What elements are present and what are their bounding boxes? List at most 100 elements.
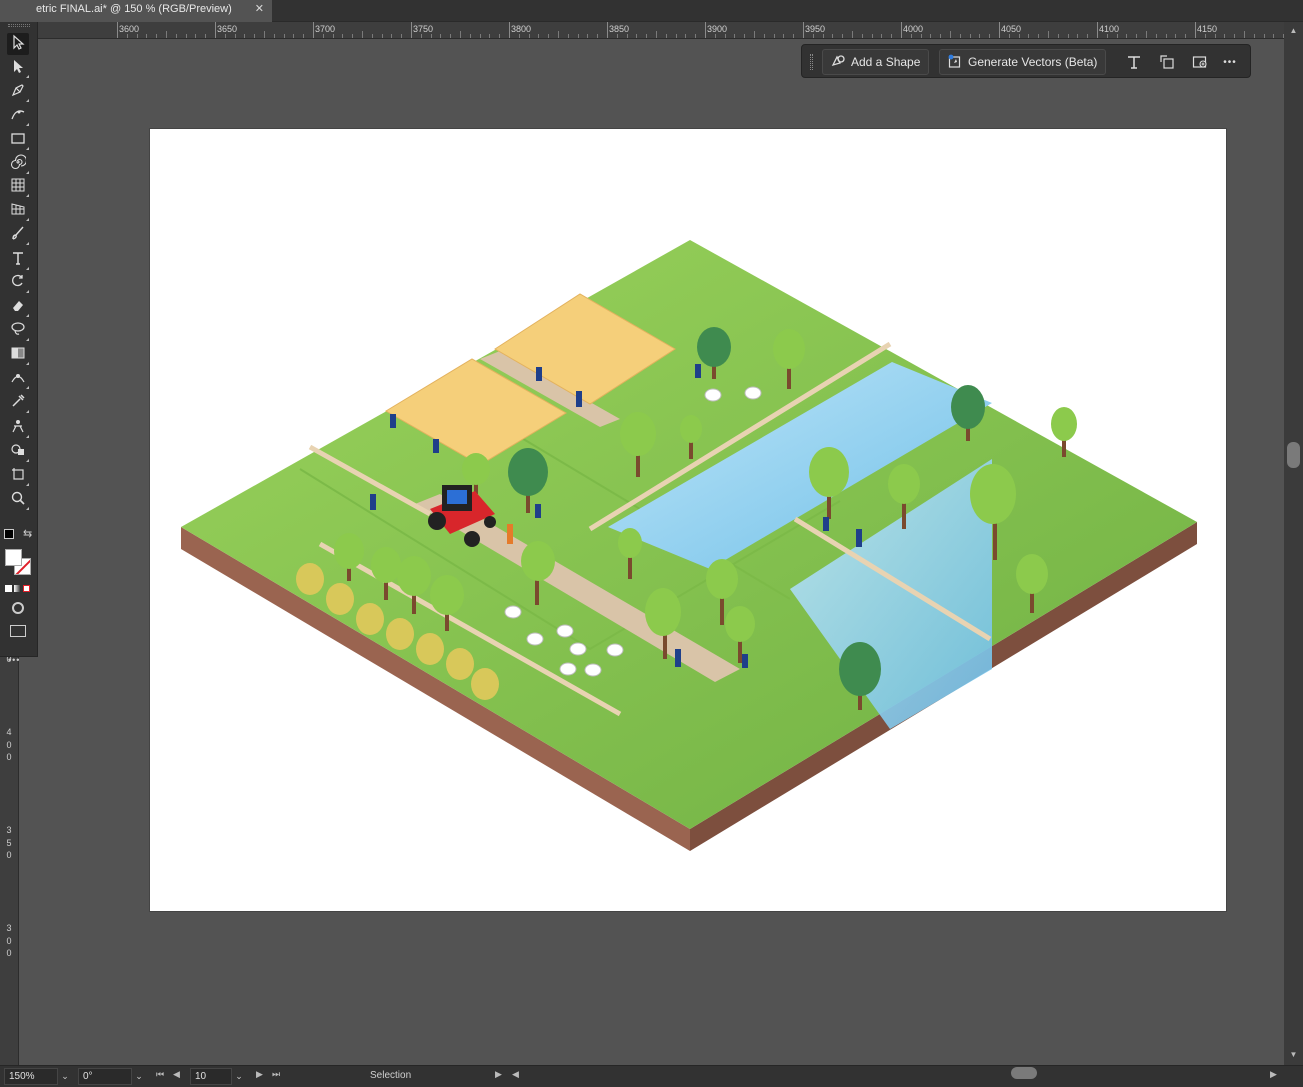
gradient-icon [10,345,26,366]
previous-artboard-icon[interactable]: ◀ [173,1069,180,1080]
ruler-tick [215,22,216,38]
status-menu-icon[interactable]: ▶ [495,1069,502,1080]
generate-vectors-button[interactable]: Generate Vectors (Beta) [939,49,1107,75]
close-tab-icon[interactable]: ✕ [255,0,264,18]
toolbar-grip[interactable] [8,24,30,27]
tools-panel: ⇆ ••• [0,22,38,665]
scroll-left-arrow[interactable]: ◀ [512,1069,519,1080]
lasso-tool[interactable] [7,320,29,342]
default-colors-icon[interactable] [4,529,14,539]
last-artboard-icon[interactable]: ⏭ [272,1069,280,1080]
spiral-tool[interactable] [7,153,29,175]
ruler-tick [1097,22,1098,38]
first-artboard-icon[interactable]: ⏮ [156,1069,164,1080]
width-icon [10,369,26,390]
drawing-mode-icon[interactable] [12,602,24,614]
pen-icon [10,82,26,103]
ruler-tick [999,22,1000,38]
type-icon[interactable] [1122,50,1146,74]
puppet-icon [10,418,26,439]
add-shape-button[interactable]: Add a Shape [822,49,930,75]
ruler-tick [313,22,314,38]
vertical-scroll-thumb[interactable] [1287,442,1300,468]
ruler-digit: 5 [6,837,12,848]
document-tab[interactable]: etric FINAL.ai* @ 150 % (RGB/Preview) ✕ [0,0,272,22]
arrow-icon [10,34,26,55]
zoom-tool[interactable] [7,489,29,511]
rectangle-tool[interactable] [7,129,29,151]
rotation-dropdown-icon[interactable]: ⌄ [132,1068,146,1085]
vertical-scrollbar[interactable]: ▲ ▼ [1284,22,1303,1065]
eraser-icon [10,297,26,318]
pen-tool[interactable] [7,81,29,103]
artboard-number-field[interactable]: 10 [190,1068,232,1085]
eyedropper-icon [10,393,26,414]
more-options-icon[interactable]: ••• [1218,50,1242,74]
width-tool[interactable] [7,368,29,390]
artboard-icon [10,466,26,487]
curvature-icon [10,106,26,127]
type-tool[interactable] [7,249,29,271]
curvature-tool[interactable] [7,105,29,127]
scroll-right-arrow[interactable]: ▶ [1270,1069,1277,1080]
rotation-field[interactable]: 0° [78,1068,132,1085]
swap-colors-icon[interactable]: ⇆ [23,527,32,540]
contextual-task-bar: Add a Shape Generate Vectors (Beta) ••• [801,44,1251,78]
ruler-label: 3900 [707,24,728,34]
scroll-up-arrow[interactable]: ▲ [1284,24,1303,38]
ruler-label: 3650 [217,24,238,34]
document-tab-bar: etric FINAL.ai* @ 150 % (RGB/Preview) ✕ [0,0,1303,22]
ruler-tick [1195,22,1196,38]
paintbrush-tool[interactable] [7,224,29,246]
puppet-warp-tool[interactable] [7,417,29,439]
eyedropper-tool[interactable] [7,392,29,414]
ruler-label: 3750 [413,24,434,34]
scroll-down-arrow[interactable]: ▼ [1284,1048,1303,1062]
zoom-level-field[interactable]: 150% [4,1068,58,1085]
next-artboard-icon[interactable]: ▶ [256,1069,263,1080]
horizontal-scroll-thumb[interactable] [1011,1067,1037,1079]
ruler-digit: 0 [6,850,12,860]
direct-selection-tool[interactable] [7,57,29,79]
ruler-label: 3800 [511,24,532,34]
zoom-dropdown-icon[interactable]: ⌄ [58,1068,72,1085]
place-image-icon[interactable] [1188,50,1212,74]
ruler-digit: 4 [6,727,12,737]
ruler-label: 3600 [119,24,140,34]
ruler-label: 4000 [903,24,924,34]
ruler-digit: 0 [6,739,12,750]
gradient-tool[interactable] [7,344,29,366]
rotate-tool[interactable] [7,272,29,294]
spiral-icon [10,153,28,175]
edit-toolbar-icon[interactable]: ••• [8,655,20,665]
ruler-tick [901,22,902,38]
duplicate-icon[interactable] [1155,50,1179,74]
perspective-grid-tool[interactable] [7,200,29,222]
sparkle-icon [948,54,962,71]
selection-tool[interactable] [7,33,29,55]
ruler-digit: 3 [6,825,12,835]
ruler-tick [117,22,118,38]
white-arrow-icon [10,58,26,79]
lasso-icon [10,321,26,342]
ruler-tick [411,22,412,38]
rectangle-icon [10,130,26,151]
shape-builder-tool[interactable] [7,441,29,463]
artboard[interactable] [150,129,1226,911]
ruler-tick [803,22,804,38]
grid-tool[interactable] [7,176,29,198]
taskbar-drag-handle[interactable] [810,54,813,70]
illustrator-window: etric FINAL.ai* @ 150 % (RGB/Preview) ✕ … [0,0,1303,1087]
current-tool-label: Selection [370,1070,412,1081]
screen-mode-icon[interactable] [10,625,26,637]
artboard-dropdown-icon[interactable]: ⌄ [232,1068,246,1085]
fill-swatch[interactable] [5,549,22,566]
color-mode-icons[interactable] [5,585,31,593]
zoom-icon [10,490,26,511]
add-shape-label: Add a Shape [851,55,921,69]
artboard-tool[interactable] [7,465,29,487]
grid-icon [10,177,26,198]
horizontal-ruler[interactable]: 3600 3650 3700 3750 3800 3850 3900 3950 4000 4050… [19,22,1284,39]
eraser-tool[interactable] [7,296,29,318]
status-bar: 150% ⌄ 0° ⌄ ⏮ ◀ 10 ⌄ ▶ ⏭ Selection ▶ ◀ ▶ [0,1065,1303,1087]
